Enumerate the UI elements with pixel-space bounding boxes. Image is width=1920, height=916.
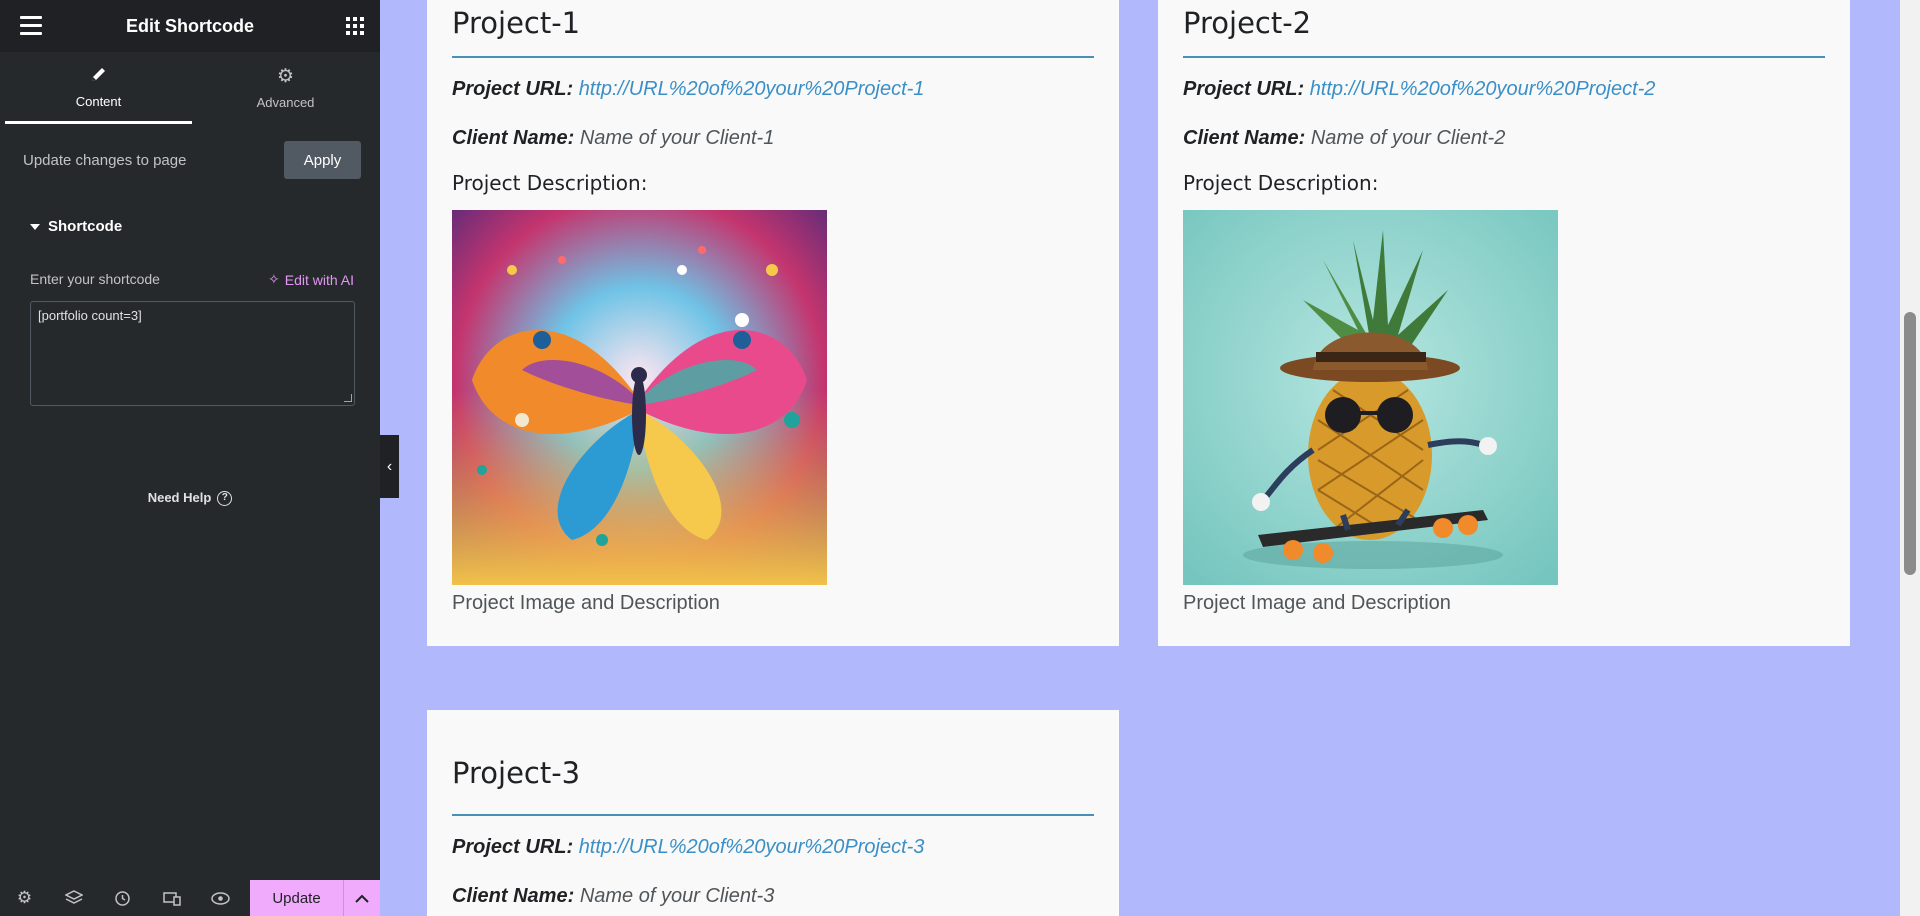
project-title: Project-2 xyxy=(1183,6,1312,40)
project-card: Project-1 Project URL: http://URL%20of%2… xyxy=(427,0,1119,646)
preview-scrollbar[interactable] xyxy=(1900,0,1920,916)
edit-with-ai-button[interactable]: ✧ Edit with AI xyxy=(268,271,354,288)
ai-sparkle-icon: ✧ xyxy=(268,271,280,287)
project-card: Project-3 Project URL: http://URL%20of%2… xyxy=(427,710,1119,916)
pencil-icon xyxy=(90,65,108,87)
preview-icon[interactable] xyxy=(196,880,245,916)
tab-advanced-label: Advanced xyxy=(256,95,315,110)
project-card: Project-2 Project URL: http://URL%20of%2… xyxy=(1158,0,1850,646)
scrollbar-thumb[interactable] xyxy=(1904,312,1916,575)
client-name-label: Client Name: xyxy=(1183,127,1311,149)
resize-handle-icon[interactable] xyxy=(344,394,352,402)
project-url-label: Project URL: xyxy=(1183,78,1310,100)
shortcode-input[interactable] xyxy=(30,301,355,406)
update-changes-row: Update changes to page Apply xyxy=(23,140,361,180)
tab-advanced[interactable]: ⚙ Advanced xyxy=(192,52,379,124)
project-url-link[interactable]: http://URL%20of%20your%20Project-3 xyxy=(579,836,925,858)
project-image-butterfly xyxy=(452,210,827,585)
project-image-caption: Project Image and Description xyxy=(1183,592,1451,614)
chevron-up-icon[interactable] xyxy=(343,880,380,916)
project-description-heading: Project Description: xyxy=(452,171,648,195)
project-url-row: Project URL: http://URL%20of%20your%20Pr… xyxy=(452,836,924,859)
apply-button[interactable]: Apply xyxy=(284,141,361,179)
project-url-label: Project URL: xyxy=(452,78,579,100)
panel-footer: ⚙ Update xyxy=(0,880,380,916)
project-title: Project-3 xyxy=(452,756,581,790)
project-url-link[interactable]: http://URL%20of%20your%20Project-2 xyxy=(1310,78,1656,100)
caret-down-icon xyxy=(30,223,40,230)
shortcode-section-toggle[interactable]: Shortcode xyxy=(30,218,122,235)
client-name-label: Client Name: xyxy=(452,885,580,907)
need-help-link[interactable]: Need Help? xyxy=(0,490,380,507)
project-url-row: Project URL: http://URL%20of%20your%20Pr… xyxy=(452,78,924,101)
client-name-row: Client Name: Name of your Client-2 xyxy=(1183,127,1505,150)
settings-icon[interactable]: ⚙ xyxy=(0,880,49,916)
client-name-value: Name of your Client-1 xyxy=(579,127,775,149)
project-url-row: Project URL: http://URL%20of%20your%20Pr… xyxy=(1183,78,1655,101)
editor-panel: Edit Shortcode Content ⚙ Advanced Update… xyxy=(0,0,380,916)
title-divider xyxy=(1183,56,1825,58)
hamburger-menu-icon[interactable] xyxy=(20,16,42,36)
layers-icon[interactable] xyxy=(49,880,98,916)
client-name-value: Name of your Client-3 xyxy=(579,885,775,907)
edit-with-ai-label: Edit with AI xyxy=(284,271,354,288)
project-url-label: Project URL: xyxy=(452,836,579,858)
project-title: Project-1 xyxy=(452,6,581,40)
panel-tabs: Content ⚙ Advanced xyxy=(5,52,380,124)
help-icon: ? xyxy=(217,491,233,507)
collapse-panel-icon[interactable]: ‹ xyxy=(380,435,399,498)
title-divider xyxy=(452,814,1094,816)
tab-content-label: Content xyxy=(75,93,122,109)
project-image-pineapple xyxy=(1183,210,1558,585)
project-image-caption: Project Image and Description xyxy=(452,592,720,614)
tab-content[interactable]: Content xyxy=(5,52,192,124)
history-icon[interactable] xyxy=(98,880,147,916)
client-name-row: Client Name: Name of your Client-3 xyxy=(452,885,774,908)
title-divider xyxy=(452,56,1094,58)
need-help-label: Need Help xyxy=(147,490,212,505)
panel-title: Edit Shortcode xyxy=(125,15,254,36)
apps-grid-icon[interactable] xyxy=(346,17,364,35)
client-name-value: Name of your Client-2 xyxy=(1310,127,1506,149)
project-url-link[interactable]: http://URL%20of%20your%20Project-1 xyxy=(579,78,925,100)
section-title: Shortcode xyxy=(48,218,123,235)
client-name-label: Client Name: xyxy=(452,127,580,149)
project-description-heading: Project Description: xyxy=(1183,171,1379,195)
responsive-icon[interactable] xyxy=(147,880,196,916)
panel-header: Edit Shortcode xyxy=(0,0,380,52)
gear-icon: ⚙ xyxy=(276,66,295,87)
update-button[interactable]: Update xyxy=(250,880,343,916)
page-preview: Project-1 Project URL: http://URL%20of%2… xyxy=(380,0,1920,916)
client-name-row: Client Name: Name of your Client-1 xyxy=(452,127,774,150)
update-changes-text: Update changes to page xyxy=(23,151,187,169)
shortcode-label: Enter your shortcode xyxy=(30,271,160,287)
